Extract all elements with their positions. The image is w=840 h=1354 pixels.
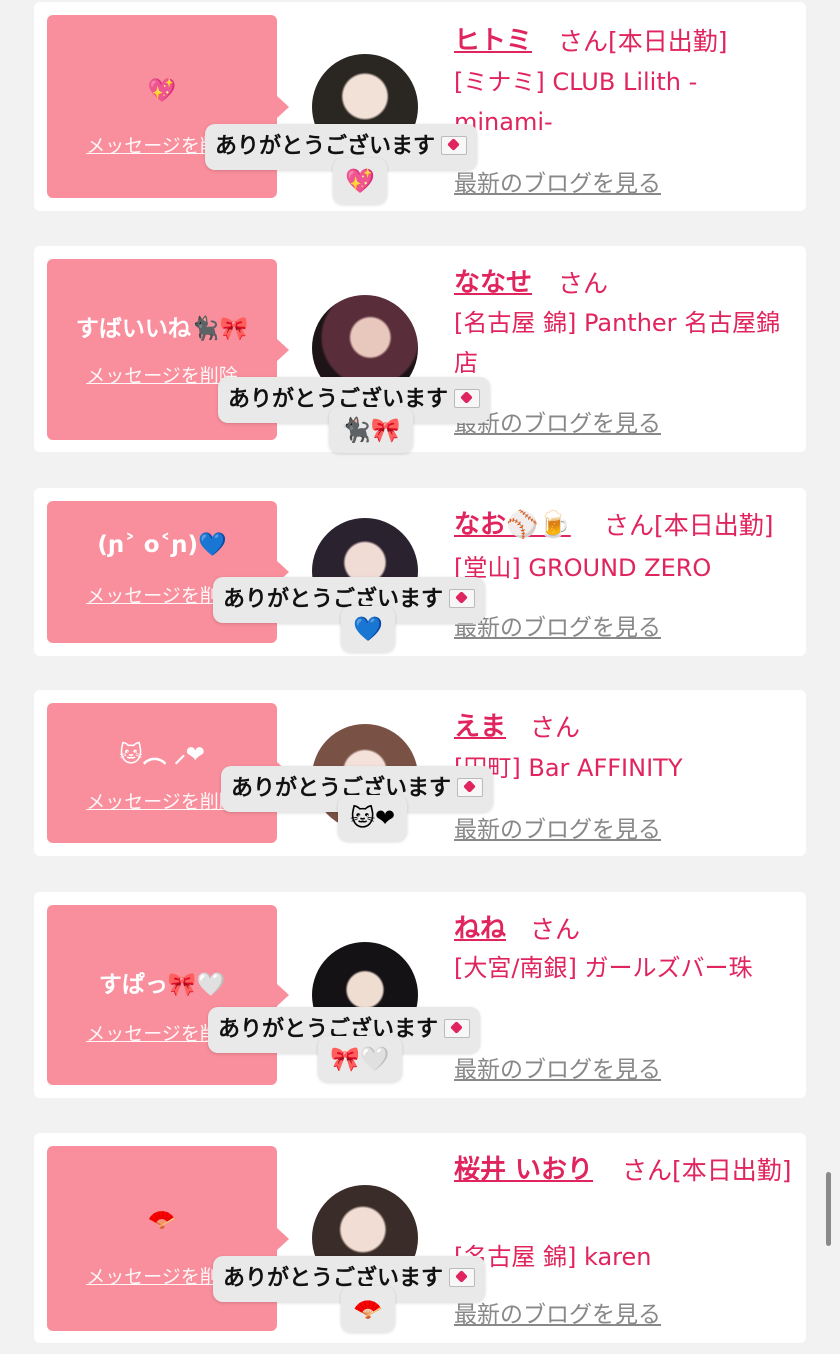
- latest-blog-link[interactable]: 最新のブログを見る: [454, 810, 661, 844]
- message-bubble: 🪭 メッセージを削除: [47, 1146, 289, 1331]
- envelope-heart-icon: [444, 1018, 471, 1038]
- message-card: (ɲ˃ o˂ɲ)💙 メッセージを削除 なお⚾🍺 さん[本日出勤] [堂山] GR…: [34, 488, 806, 656]
- message-card: すぱっ🎀🤍 メッセージを削除 ねね さん [大宮/南銀] ガールズバー珠 最新の…: [34, 892, 806, 1098]
- cast-name-link[interactable]: ねね: [454, 908, 506, 945]
- scrollbar[interactable]: [826, 1172, 831, 1246]
- message-bubble: 💖 メッセージを削除: [47, 15, 289, 198]
- cast-name-link[interactable]: えま: [454, 706, 506, 743]
- message-text: 🐱︵ ⸝❤: [119, 742, 205, 768]
- thanks-text: ありがとうございます: [223, 1266, 444, 1291]
- thanks-text: ありがとうございます: [223, 587, 444, 612]
- message-text: (ɲ˃ o˂ɲ)💙: [97, 532, 227, 558]
- store-name: [田町] Bar AFFINITY: [454, 754, 683, 782]
- store-name: [名古屋 錦] Panther 名古屋錦店: [454, 309, 781, 377]
- envelope-heart-icon: [457, 777, 484, 797]
- latest-blog-link[interactable]: 最新のブログを見る: [454, 1050, 661, 1084]
- cast-name-link[interactable]: なお⚾🍺: [454, 504, 571, 541]
- envelope-heart-icon: [449, 1267, 476, 1287]
- message-card: 🪭 メッセージを削除 桜井 いおり さん[本日出勤] [名古屋 錦] karen…: [34, 1133, 806, 1343]
- store-name: [名古屋 錦] karen: [454, 1243, 652, 1271]
- envelope-heart-icon: [441, 135, 468, 155]
- message-bubble: すぱっ🎀🤍 メッセージを削除: [47, 905, 289, 1085]
- message-text: すばいいね🐈‍⬛🎀: [75, 316, 249, 342]
- store-name: [ミナミ] CLUB Lilith -minami-: [454, 68, 698, 136]
- thanks-text: ありがとうございます: [215, 134, 436, 159]
- reaction-emoji: 🪭: [341, 1286, 395, 1332]
- reaction-emoji: 🐈‍⬛🎀: [329, 407, 413, 453]
- reaction-emoji: 🐱❤: [338, 795, 408, 841]
- latest-blog-link[interactable]: 最新のブログを見る: [454, 608, 661, 642]
- cast-name-link[interactable]: ヒトミ: [454, 20, 532, 57]
- latest-blog-link[interactable]: 最新のブログを見る: [454, 1295, 661, 1329]
- cast-status: さん[本日出勤]: [604, 511, 774, 540]
- message-text: すぱっ🎀🤍: [98, 972, 226, 998]
- cast-name-link[interactable]: ななせ: [454, 262, 532, 299]
- store-name: [堂山] GROUND ZERO: [454, 554, 712, 582]
- store-name: [大宮/南銀] ガールズバー珠: [454, 954, 753, 982]
- envelope-heart-icon: [449, 588, 476, 608]
- reaction-emoji: 💙: [341, 606, 395, 652]
- cast-name-link[interactable]: 桜井 いおり: [454, 1149, 593, 1186]
- message-card: 💖 メッセージを削除 ヒトミ さん[本日出勤] [ミナミ] CLUB Lilit…: [34, 2, 806, 211]
- envelope-heart-icon: [454, 388, 481, 408]
- latest-blog-link[interactable]: 最新のブログを見る: [454, 164, 661, 198]
- reaction-emoji: 💖: [333, 158, 387, 204]
- message-text: 💖: [147, 78, 177, 104]
- cast-status: さん: [530, 713, 581, 742]
- cast-status: さん: [558, 269, 609, 298]
- cast-status: さん: [530, 915, 581, 944]
- message-text: 🪭: [147, 1207, 177, 1233]
- cast-status: さん[本日出勤]: [558, 27, 728, 56]
- cast-status: さん[本日出勤]: [622, 1156, 792, 1185]
- reaction-emoji: 🎀🤍: [318, 1036, 402, 1082]
